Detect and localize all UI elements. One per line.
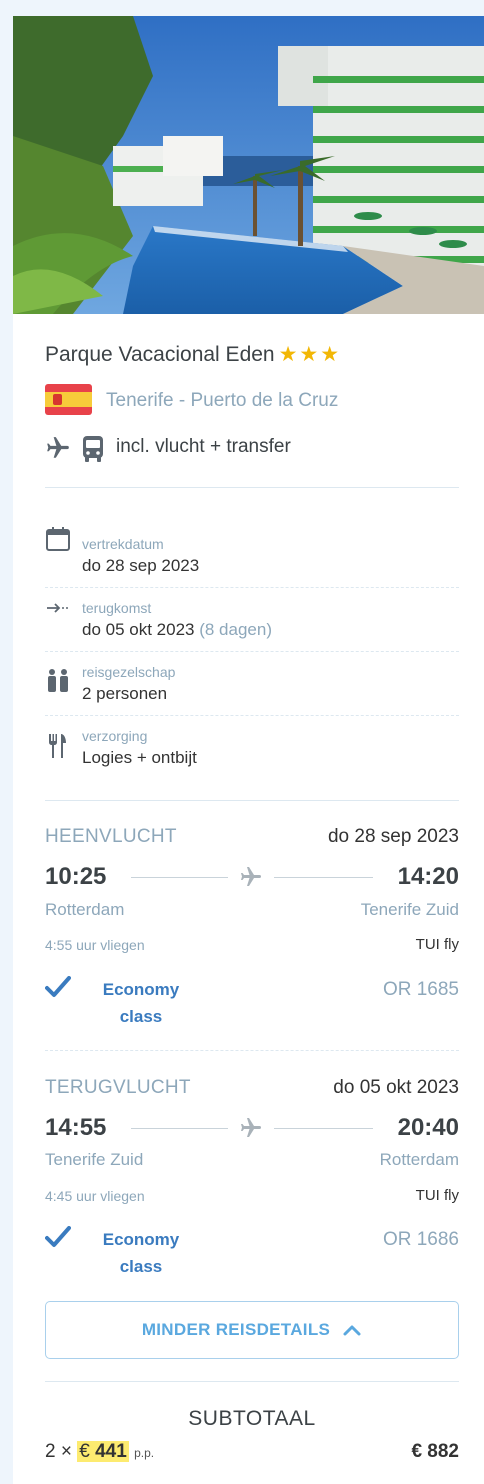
inbound-carrier: TUI fly [415,1187,459,1204]
spain-flag-icon [45,384,92,415]
inbound-dep-time: 14:55 [45,1114,107,1141]
plane-icon [241,1118,261,1137]
less-details-button[interactable]: MINDER REISDETAILS [45,1301,459,1359]
departure-label: vertrekdatum [82,536,164,552]
divider [45,715,459,716]
party-value: 2 personen [82,684,168,703]
total-price-value: € 882 [411,1441,459,1462]
subtotal-label: SUBTOTAAL [188,1407,316,1430]
bus-icon [83,436,103,462]
plane-icon [241,867,261,886]
cutlery-icon [49,734,66,758]
inbound-date: do 05 okt 2023 [333,1077,459,1098]
route-line [274,1128,373,1129]
outbound-arr-time: 14:20 [397,863,459,890]
price-amount: 441 [95,1441,127,1462]
price-per-person: 2 × € 441 p.p. [45,1441,154,1463]
inbound-class-line2: class [119,1257,163,1276]
inbound-dep-city: Tenerife Zuid [45,1150,144,1169]
less-details-label[interactable]: MINDER REISDETAILS [142,1320,330,1340]
divider [45,651,459,652]
plane-icon [47,437,69,458]
hotel-name[interactable]: Parque Vacacional Eden ★★★ [45,342,341,367]
divider [45,1381,459,1382]
outbound-date: do 28 sep 2023 [327,826,459,847]
people-icon [48,669,68,692]
product-card: Parque Vacacional Eden ★★★ Tenerife - Pue… [13,16,484,1484]
inbound-label: TERUGVLUCHT [45,1077,191,1098]
hotel-photo-image [13,16,484,314]
outbound-class-line1: Economy [102,980,180,999]
outbound-arr-city: Tenerife Zuid [360,900,459,919]
outbound-dep-time: 10:25 [45,863,107,890]
check-icon [45,976,71,997]
inbound-arr-city: Rotterdam [379,1150,459,1169]
route-line [274,877,373,878]
chevron-up-icon[interactable] [342,1323,362,1337]
outbound-duration: 4:55 uur vliegen [45,937,145,953]
return-date: do 05 okt 2023 [82,620,195,639]
return-duration: (8 dagen) [199,620,272,639]
divider [45,587,459,588]
check-icon [45,1226,71,1247]
star-rating: ★★★ [278,343,342,366]
inbound-class: Economy class [85,1226,197,1280]
return-label: terugkomst [82,600,152,616]
departure-value: do 28 sep 2023 [82,556,200,575]
divider [45,800,459,801]
currency-symbol: € [79,1441,90,1462]
included-icons [45,435,105,463]
per-person-suffix: p.p. [134,1446,155,1460]
hotel-photo[interactable] [13,16,484,314]
inbound-class-line1: Economy [102,1230,180,1249]
return-arrow-icon [47,603,68,613]
return-value: do 05 okt 2023 (8 dagen) [82,620,272,640]
inbound-arr-time: 20:40 [397,1114,459,1141]
outbound-class-line2: class [119,1007,163,1026]
divider [45,487,459,488]
included-text: incl. vlucht + transfer [116,436,291,457]
inbound-duration: 4:45 uur vliegen [45,1188,145,1204]
calendar-icon [46,527,70,551]
outbound-class: Economy class [85,976,197,1030]
outbound-label: HEENVLUCHT [45,826,177,847]
route-line [131,1128,228,1129]
board-value: Logies + ontbijt [82,748,197,767]
divider [45,1050,459,1051]
price-highlight: € 441 [77,1441,129,1462]
party-label: reisgezelschap [82,664,176,680]
inbound-flight-number: OR 1686 [382,1229,459,1250]
outbound-flight-number: OR 1685 [382,979,459,1000]
outbound-dep-city: Rotterdam [45,900,125,919]
hotel-location: Tenerife - Puerto de la Cruz [106,390,339,411]
price-multiplier: 2 × [45,1441,72,1462]
route-line [131,877,228,878]
board-label: verzorging [82,728,148,744]
hotel-name-text[interactable]: Parque Vacacional Eden [45,343,275,366]
total-price: € 882 [411,1441,459,1463]
outbound-carrier: TUI fly [415,936,459,953]
